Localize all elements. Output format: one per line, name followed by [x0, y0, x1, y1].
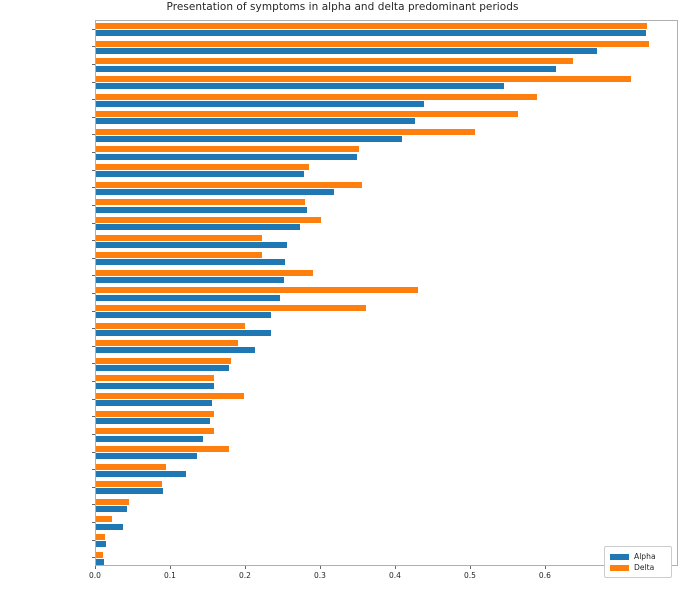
y-tick-mark: [92, 310, 95, 312]
y-tick-mark: [92, 433, 95, 435]
legend-swatch-delta: [610, 564, 629, 571]
y-tick-mark: [92, 416, 95, 418]
x-tick-label: 0.0: [89, 571, 101, 580]
x-axis: 0.00.10.20.30.40.50.60.7: [89, 566, 678, 594]
x-tick-mark: [169, 566, 171, 569]
x-tick-mark: [469, 566, 471, 569]
y-tick-mark: [92, 328, 95, 330]
y-axis-labels: FatigueHeadacheAnosmia/DysosmiaRhinorrho…: [0, 20, 685, 566]
x-tick-label: 0.3: [313, 571, 326, 580]
x-tick-label: 0.6: [538, 571, 551, 580]
y-tick-mark: [92, 204, 95, 206]
y-tick-mark: [92, 557, 95, 559]
x-tick-label: 0.5: [463, 571, 476, 580]
y-tick-mark: [92, 293, 95, 294]
legend-item-delta: Delta: [610, 562, 666, 573]
y-tick-mark: [92, 116, 95, 118]
y-tick-mark: [92, 152, 95, 154]
chart-legend: Alpha Delta: [604, 546, 672, 578]
legend-label-delta: Delta: [634, 563, 655, 572]
x-tick-mark: [544, 566, 546, 569]
y-tick-mark: [92, 28, 95, 30]
y-tick-mark: [92, 99, 95, 101]
x-tick-label: 0.1: [164, 571, 176, 580]
x-tick-mark: [244, 566, 246, 569]
y-tick-mark: [92, 381, 95, 383]
y-tick-mark: [92, 81, 95, 83]
y-tick-mark: [92, 275, 95, 277]
y-tick-mark: [92, 521, 95, 523]
y-tick-mark: [92, 187, 95, 189]
y-tick-mark: [92, 451, 95, 453]
y-tick-mark: [92, 486, 95, 488]
y-tick-mark: [92, 257, 95, 259]
y-tick-mark: [92, 504, 95, 506]
legend-swatch-alpha: [610, 553, 629, 560]
x-tick-mark: [95, 566, 96, 569]
y-tick-mark: [92, 345, 95, 347]
y-tick-mark: [92, 222, 95, 224]
y-tick-mark: [92, 539, 95, 541]
y-tick-mark: [92, 398, 95, 400]
x-tick-label: 0.4: [388, 571, 401, 580]
y-tick-mark: [92, 46, 95, 48]
legend-item-alpha: Alpha: [610, 551, 666, 562]
chart-title: Presentation of symptoms in alpha and de…: [166, 1, 519, 13]
y-tick-mark: [92, 169, 95, 171]
y-tick-mark: [92, 240, 95, 242]
x-tick-mark: [394, 566, 396, 569]
legend-label-alpha: Alpha: [634, 552, 656, 561]
chart-figure: Presentation of symptoms in alpha and de…: [0, 0, 685, 594]
y-tick-mark: [92, 64, 95, 66]
y-tick-mark: [92, 134, 95, 136]
x-tick-mark: [319, 566, 321, 569]
x-tick-label: 0.2: [238, 571, 251, 580]
y-tick-mark: [92, 363, 95, 365]
y-tick-mark: [92, 469, 95, 471]
